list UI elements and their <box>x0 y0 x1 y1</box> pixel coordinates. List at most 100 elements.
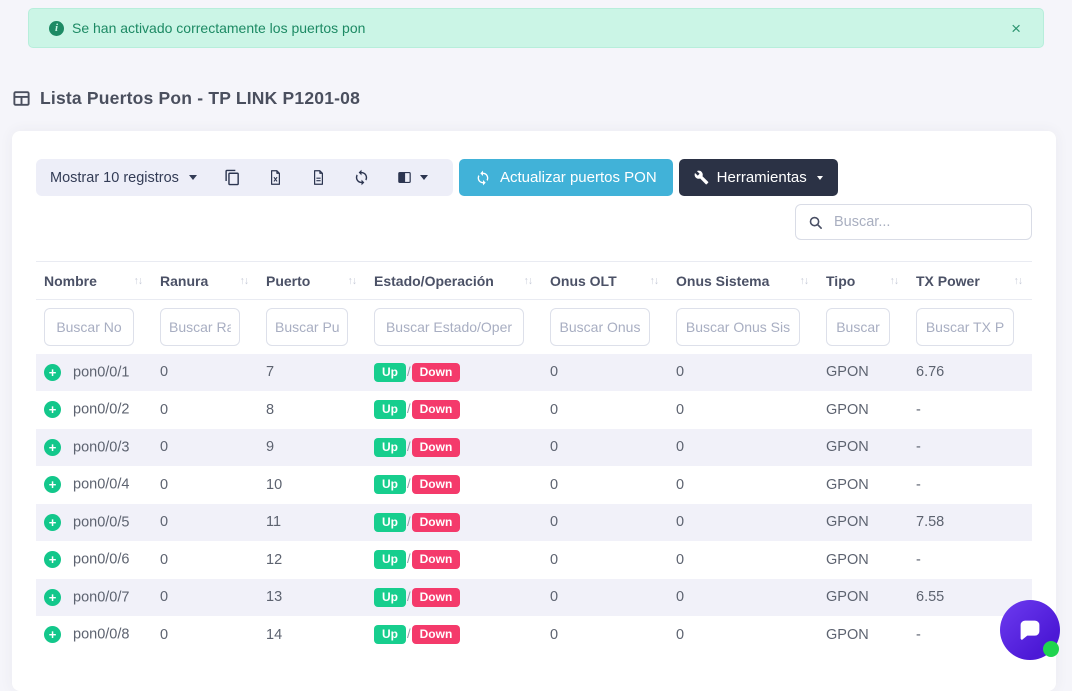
cell-onus-olt: 0 <box>542 616 668 654</box>
cell-onus-sistema: 0 <box>668 616 818 654</box>
column-header[interactable]: Nombre ↑↓ <box>36 262 152 300</box>
cell-ranura: 0 <box>152 616 258 654</box>
column-header[interactable]: Tipo ↑↓ <box>818 262 908 300</box>
column-header[interactable]: Ranura ↑↓ <box>152 262 258 300</box>
pon-ports-table: Nombre ↑↓ Ranura ↑↓ Puerto ↑↓ Estado/Ope… <box>36 261 1032 654</box>
badge-separator: / <box>407 589 411 604</box>
status-up-badge[interactable]: Up <box>374 363 406 382</box>
records-per-page-dropdown[interactable]: Mostrar 10 registros <box>50 170 211 186</box>
expand-row-icon[interactable]: + <box>44 439 61 456</box>
column-filter-input[interactable] <box>550 308 650 346</box>
search-input[interactable] <box>832 213 1019 231</box>
column-header[interactable]: Estado/Operación ↑↓ <box>366 262 542 300</box>
expand-row-icon[interactable]: + <box>44 626 61 643</box>
cell-ranura: 0 <box>152 579 258 617</box>
expand-row-icon[interactable]: + <box>44 476 61 493</box>
status-up-badge[interactable]: Up <box>374 588 406 607</box>
status-down-badge[interactable]: Down <box>412 550 461 569</box>
status-down-badge[interactable]: Down <box>412 400 461 419</box>
columns-icon <box>396 169 413 186</box>
cell-tipo: GPON <box>818 466 908 504</box>
chat-widget-button[interactable] <box>1000 600 1060 660</box>
export-file-button[interactable] <box>297 169 340 186</box>
table-row: +pon0/0/2 0 8 Up/Down 0 0 GPON - <box>36 391 1032 429</box>
status-up-badge[interactable]: Up <box>374 513 406 532</box>
column-filter-input[interactable] <box>916 308 1014 346</box>
column-header[interactable]: Puerto ↑↓ <box>258 262 366 300</box>
copy-button[interactable] <box>211 169 254 186</box>
column-filter-input[interactable] <box>160 308 240 346</box>
cell-puerto: 14 <box>258 616 366 654</box>
sort-icon[interactable]: ↑↓ <box>800 275 809 287</box>
export-excel-button[interactable] <box>254 169 297 186</box>
expand-row-icon[interactable]: + <box>44 551 61 568</box>
cell-ranura: 0 <box>152 429 258 467</box>
column-header-label: TX Power <box>916 273 980 289</box>
tools-dropdown[interactable]: Herramientas <box>679 159 838 196</box>
status-up-badge[interactable]: Up <box>374 625 406 644</box>
chevron-down-icon <box>189 175 197 180</box>
status-down-badge[interactable]: Down <box>412 588 461 607</box>
cell-tipo: GPON <box>818 429 908 467</box>
table-row: +pon0/0/4 0 10 Up/Down 0 0 GPON - <box>36 466 1032 504</box>
column-header-label: Onus OLT <box>550 273 617 289</box>
cell-tipo: GPON <box>818 354 908 392</box>
status-down-badge[interactable]: Down <box>412 513 461 532</box>
status-down-badge[interactable]: Down <box>412 475 461 494</box>
column-header[interactable]: TX Power ↑↓ <box>908 262 1032 300</box>
status-up-badge[interactable]: Up <box>374 550 406 569</box>
column-header[interactable]: Onus OLT ↑↓ <box>542 262 668 300</box>
cell-puerto: 7 <box>258 354 366 392</box>
column-filter-input[interactable] <box>44 308 134 346</box>
status-up-badge[interactable]: Up <box>374 475 406 494</box>
column-filter-input[interactable] <box>676 308 800 346</box>
sort-icon[interactable]: ↑↓ <box>1014 275 1023 287</box>
sort-icon[interactable]: ↑↓ <box>524 275 533 287</box>
sort-icon[interactable]: ↑↓ <box>348 275 357 287</box>
update-pon-ports-button[interactable]: Actualizar puertos PON <box>459 159 673 196</box>
cell-estado: Up/Down <box>366 429 542 467</box>
port-name: pon0/0/1 <box>73 364 129 380</box>
status-up-badge[interactable]: Up <box>374 400 406 419</box>
status-down-badge[interactable]: Down <box>412 363 461 382</box>
cell-tipo: GPON <box>818 579 908 617</box>
column-visibility-dropdown[interactable] <box>383 169 441 186</box>
search-box <box>795 204 1032 240</box>
cell-estado: Up/Down <box>366 504 542 542</box>
status-up-badge[interactable]: Up <box>374 438 406 457</box>
sync-icon <box>475 170 491 186</box>
sort-icon[interactable]: ↑↓ <box>650 275 659 287</box>
expand-row-icon[interactable]: + <box>44 364 61 381</box>
table-row: +pon0/0/6 0 12 Up/Down 0 0 GPON - <box>36 541 1032 579</box>
badge-separator: / <box>407 551 411 566</box>
expand-row-icon[interactable]: + <box>44 401 61 418</box>
page-title-row: Lista Puertos Pon - TP LINK P1201-08 <box>12 88 1072 109</box>
column-filter-input[interactable] <box>826 308 890 346</box>
sort-icon[interactable]: ↑↓ <box>240 275 249 287</box>
status-down-badge[interactable]: Down <box>412 438 461 457</box>
alert-close-button[interactable]: × <box>1009 20 1023 37</box>
reload-table-button[interactable] <box>340 169 383 186</box>
port-name: pon0/0/6 <box>73 552 129 568</box>
column-filter-input[interactable] <box>266 308 348 346</box>
cell-ranura: 0 <box>152 391 258 429</box>
cell-ranura: 0 <box>152 504 258 542</box>
cell-onus-sistema: 0 <box>668 579 818 617</box>
column-header[interactable]: Onus Sistema ↑↓ <box>668 262 818 300</box>
info-icon: i <box>49 21 64 36</box>
port-name: pon0/0/8 <box>73 627 129 643</box>
update-pon-ports-label: Actualizar puertos PON <box>500 169 657 186</box>
badge-separator: / <box>407 626 411 641</box>
table-icon <box>12 89 31 108</box>
column-filter-input[interactable] <box>374 308 524 346</box>
expand-row-icon[interactable]: + <box>44 514 61 531</box>
cell-onus-olt: 0 <box>542 391 668 429</box>
badge-separator: / <box>407 401 411 416</box>
status-down-badge[interactable]: Down <box>412 625 461 644</box>
cell-nombre: +pon0/0/5 <box>36 504 152 542</box>
sort-icon[interactable]: ↑↓ <box>134 275 143 287</box>
expand-row-icon[interactable]: + <box>44 589 61 606</box>
table-toolbar: Mostrar 10 registros <box>36 159 1032 196</box>
sort-icon[interactable]: ↑↓ <box>890 275 899 287</box>
cell-puerto: 8 <box>258 391 366 429</box>
